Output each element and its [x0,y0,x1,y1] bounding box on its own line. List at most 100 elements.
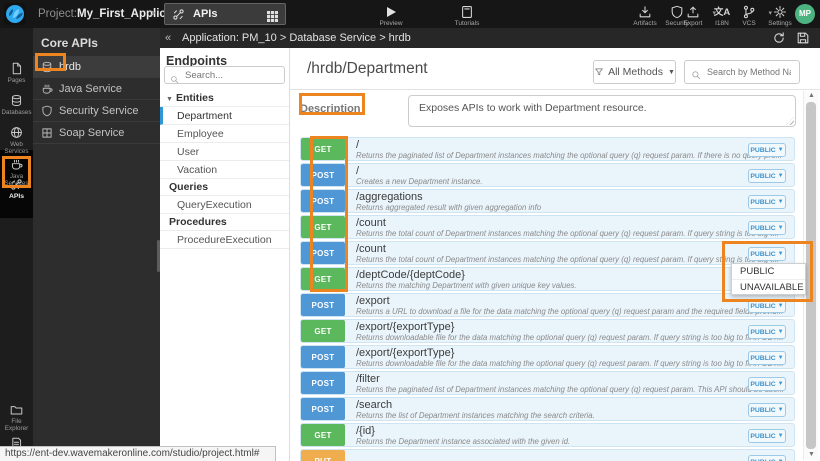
access-dropdown-button[interactable]: PUBLIC▼ [748,377,786,391]
caret-down-icon: ▼ [778,329,784,335]
save-icon[interactable] [796,31,810,45]
core-api-item-java-service[interactable]: Java Service [33,78,160,100]
method-badge: GET [301,216,345,238]
description-textarea[interactable]: Exposes APIs to work with Department res… [409,96,795,126]
tab-apis[interactable]: APIs [164,3,286,25]
core-api-label: Java Service [59,83,122,95]
database-icon [41,61,53,73]
endpoints-search-input[interactable] [183,69,279,82]
page-icon [0,62,33,76]
breadcrumb: Application: PM_10 > Database Service > … [182,28,411,48]
core-api-item-hrdb[interactable]: hrdb [33,56,160,78]
sidebar-item-databases[interactable]: Databases [0,94,33,117]
api-row-put[interactable]: PUT PUBLIC▼ [300,449,795,461]
access-dropdown-button[interactable]: PUBLIC▼ [748,325,786,339]
sidebar-item-label: Pages [0,78,33,85]
endpoint-item-queryexecution[interactable]: QueryExecution [160,196,289,214]
refresh-icon[interactable] [772,31,786,45]
coffee-icon [0,158,33,172]
access-dropdown-button[interactable]: PUBLIC▼ [748,195,786,209]
api-row-texts: /export/{exportType} Returns downloadabl… [345,346,794,368]
access-dropdown-menu: PUBLICUNAVAILABLE [731,263,806,295]
access-dropdown-button[interactable]: PUBLIC▼ [748,143,786,157]
access-dropdown-button[interactable]: PUBLIC▼ [748,247,786,261]
access-dropdown-button[interactable]: PUBLIC▼ [748,169,786,183]
sidebar-item-web-services[interactable]: WebServices [0,126,33,155]
endpoint-item-employee[interactable]: Employee [160,125,289,143]
grid-icon[interactable] [267,9,278,20]
sidebar-item-file-explorer[interactable]: FileExplorer [0,403,33,432]
api-row-get-[interactable]: GET / Returns the paginated list of Depa… [300,137,795,161]
description-row: Description Exposes APIs to work with De… [300,95,795,127]
sidebar-item-pages[interactable]: Pages [0,62,33,85]
coffee-icon [41,83,53,95]
access-dropdown-button[interactable]: PUBLIC▼ [748,299,786,313]
scrollbar-thumb[interactable] [806,102,816,449]
api-row-post-export--exportType-[interactable]: POST /export/{exportType} Returns downlo… [300,345,795,369]
wavemaker-logo-icon[interactable] [4,3,26,25]
scroll-up-icon[interactable]: ▲ [804,91,819,101]
caret-down-icon: ▼ [778,407,784,413]
section-label: Queries [169,181,208,193]
endpoint-item-department[interactable]: Department [160,107,289,125]
endpoint-item-procedureexecution[interactable]: ProcedureExecution [160,231,289,249]
api-description: Returns the paginated list of Department… [356,151,794,160]
api-row-post-[interactable]: POST / Creates a new Department instance… [300,163,795,187]
api-row-get-deptCode--deptCode-[interactable]: GET /deptCode/{deptCode} Returns the mat… [300,267,795,291]
access-dropdown-button[interactable]: PUBLIC▼ [748,351,786,365]
api-path: /filter [356,374,794,385]
avatar[interactable]: MP [795,4,815,24]
core-api-item-soap-service[interactable]: Soap Service [33,122,160,144]
api-row-post-count[interactable]: POST /count Returns the total count of D… [300,241,795,265]
scroll-down-icon[interactable]: ▼ [804,450,819,460]
endpoint-item-vacation[interactable]: Vacation [160,161,289,179]
api-icon [0,178,33,192]
method-search[interactable] [684,60,800,84]
caret-down-icon: ▼ [778,433,784,439]
caret-down-icon: ▼ [668,69,675,76]
access-dropdown-button[interactable]: PUBLIC▼ [748,455,786,461]
api-icon [172,8,185,21]
api-row-get-export--exportType-[interactable]: GET /export/{exportType} Returns downloa… [300,319,795,343]
tutorials-button[interactable]: Tutorials [445,0,489,27]
sidebar-item-apis[interactable]: APIs [0,178,33,201]
description-box: Exposes APIs to work with Department res… [408,95,796,127]
access-dropdown-button[interactable]: PUBLIC▼ [748,429,786,443]
core-apis-panel: Core APIs hrdb Java Service Security Ser… [33,28,160,461]
api-row-post-export[interactable]: POST /export Returns a URL to download a… [300,293,795,317]
sidebar-item-label: APIs [0,194,33,201]
api-path: / [356,140,794,151]
endpoints-section-queries[interactable]: Queries [160,179,289,196]
api-detail-header: /hrdb/Department All Methods ▼ [290,48,820,90]
api-row-post-filter[interactable]: POST /filter Returns the paginated list … [300,371,795,395]
api-detail-panel: /hrdb/Department All Methods ▼ Descripti… [290,48,820,461]
method-badge: GET [301,138,345,160]
caret-down-icon: ▼ [778,199,784,205]
api-path: /count [356,218,794,229]
core-apis-title: Core APIs [33,28,160,56]
endpoint-item-user[interactable]: User [160,143,289,161]
access-option-public[interactable]: PUBLIC [732,264,805,279]
access-dropdown-button[interactable]: PUBLIC▼ [748,221,786,235]
access-dropdown-button[interactable]: PUBLIC▼ [748,403,786,417]
preview-button[interactable]: Preview [369,0,413,27]
endpoints-search[interactable] [164,66,285,84]
api-description: Returns downloadable file for the data m… [356,333,794,342]
core-api-item-security-service[interactable]: Security Service [33,100,160,122]
api-row-texts: /filter Returns the paginated list of De… [345,372,794,394]
api-row-post-search[interactable]: POST /search Returns the list of Departm… [300,397,795,421]
api-row-post-aggregations[interactable]: POST /aggregations Returns aggregated re… [300,189,795,213]
caret-down-icon: ▼ [166,96,173,103]
collapse-panel-icon[interactable]: « [165,28,171,48]
methods-filter-dropdown[interactable]: All Methods ▼ [593,60,676,84]
api-row-get--id-[interactable]: GET /{id} Returns the Department instanc… [300,423,795,447]
endpoints-section-procedures[interactable]: Procedures [160,214,289,231]
api-row-get-count[interactable]: GET /count Returns the total count of De… [300,215,795,239]
method-badge: GET [301,320,345,342]
method-search-input[interactable] [705,66,793,78]
api-row-texts: /count Returns the total count of Depart… [345,242,794,264]
play-icon [369,5,413,19]
api-row-texts [345,450,794,461]
access-option-unavailable[interactable]: UNAVAILABLE [732,279,805,294]
endpoints-section-entities[interactable]: ▼Entities [160,90,289,107]
